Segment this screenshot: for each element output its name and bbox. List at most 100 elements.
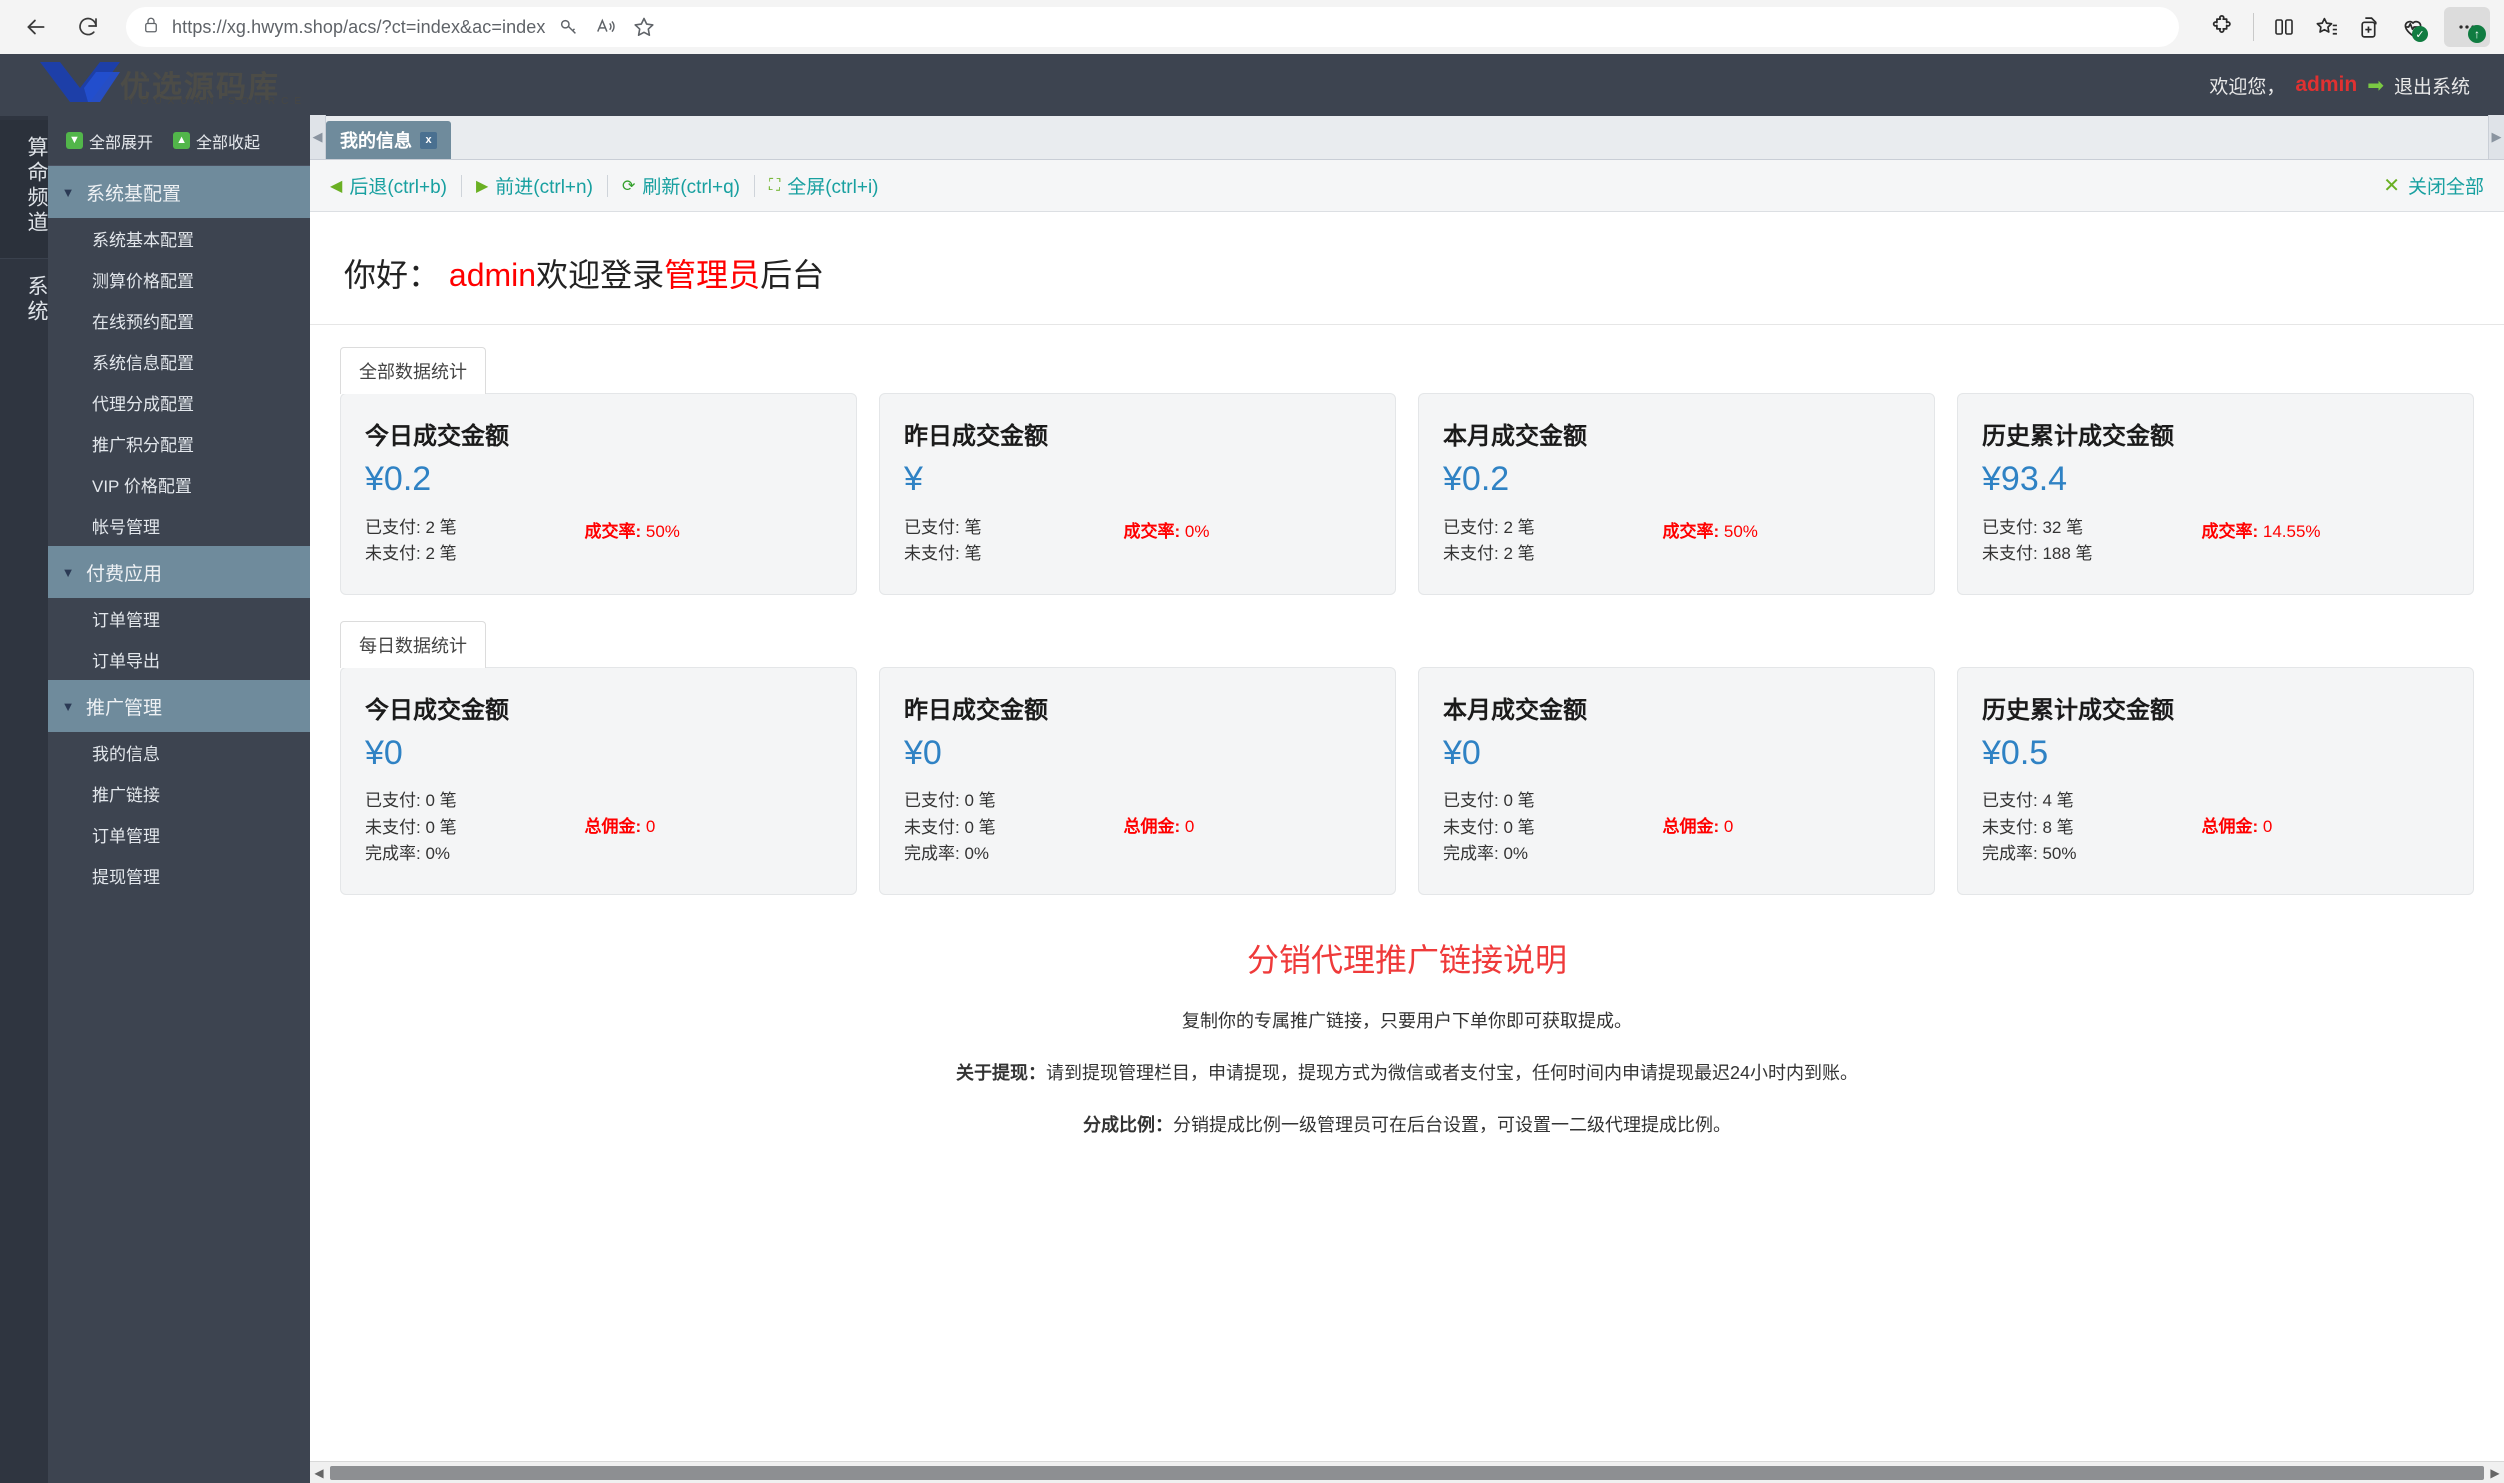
card-unpaid-row: 未支付: 2 笔	[365, 541, 584, 567]
toolbar-back-label: 后退(ctrl+b)	[349, 172, 447, 199]
tab-my-info[interactable]: 我的信息 x	[326, 121, 451, 159]
sidebar-item-promo-link[interactable]: 推广链接	[48, 773, 310, 814]
toolbar-close-all-button[interactable]: ✕ 关闭全部	[2383, 172, 2484, 199]
close-icon[interactable]: x	[420, 132, 437, 149]
section-tab-all-stats[interactable]: 全部数据统计	[340, 347, 486, 394]
amount-value: 0	[923, 734, 942, 772]
unpaid-label: 未支付:	[1443, 544, 1499, 563]
card-unpaid-row: 未支付: 8 笔	[1982, 815, 2201, 841]
sidebar-item-withdraw-mgmt[interactable]: 提现管理	[48, 855, 310, 896]
card-title: 本月成交金额	[1443, 416, 1910, 451]
rate-label: 成交率:	[2201, 522, 2258, 541]
sidebar-item-system-info[interactable]: 系统信息配置	[48, 341, 310, 382]
sidebar-item-order-mgmt[interactable]: 订单管理	[48, 598, 310, 639]
sidebar-item-price-config[interactable]: 测算价格配置	[48, 259, 310, 300]
refresh-icon: ⟳	[622, 176, 635, 196]
brand-logo[interactable]: 优选源码库 YOUXUAN SOURCE	[0, 54, 310, 116]
page-toolbar: ◀ 后退(ctrl+b) ▶ 前进(ctrl+n) ⟳ 刷新(ctrl+q) ⛶…	[310, 160, 2504, 212]
tabstrip-scroll-right-icon[interactable]: ▶	[2488, 115, 2504, 159]
section-tab-daily-stats[interactable]: 每日数据统计	[340, 621, 486, 668]
logout-button[interactable]: 退出系统	[2394, 72, 2470, 99]
paid-label: 已支付:	[904, 791, 960, 810]
unpaid-value: 笔	[964, 544, 981, 563]
card-details: 已支付: 32 笔 未支付: 188 笔 成交率: 14.55%	[1982, 515, 2449, 568]
star-outline-icon[interactable]	[632, 15, 656, 39]
greeting-name: admin	[449, 257, 536, 293]
sidebar-item-online-booking[interactable]: 在线预约配置	[48, 300, 310, 341]
card-commission: 总佣金: 0	[1662, 788, 1733, 867]
collapse-all-button[interactable]: ▲ 全部收起	[173, 129, 260, 153]
unpaid-label: 未支付:	[365, 818, 421, 837]
paid-label: 已支付:	[1443, 518, 1499, 537]
rail-tab-system[interactable]: 系统	[0, 258, 48, 347]
extensions-puzzle-icon[interactable]	[2209, 14, 2235, 40]
toolbar-refresh-button[interactable]: ⟳ 刷新(ctrl+q)	[622, 172, 740, 199]
amount-value: 0.2	[384, 460, 431, 498]
scroll-left-icon[interactable]: ◀	[310, 1466, 328, 1480]
paid-value: 2 笔	[425, 518, 456, 537]
rail-tab-fortune[interactable]: 算命频道	[0, 120, 48, 258]
card-title: 今日成交金额	[365, 690, 832, 725]
paid-value: 32 笔	[2042, 518, 2083, 537]
sidebar-item-vip-price[interactable]: VIP 价格配置	[48, 464, 310, 505]
daily-card-month: 本月成交金额 ¥0 已支付: 0 笔 未支付: 0 笔 完成率: 0% 总佣金:…	[1418, 667, 1935, 895]
sidebar-group-promotion[interactable]: ▼ 推广管理	[48, 680, 310, 732]
expand-all-label: 全部展开	[89, 129, 153, 153]
read-aloud-icon[interactable]	[594, 16, 618, 38]
sidebar-group-label: 推广管理	[86, 693, 162, 720]
sidebar-item-account-mgmt[interactable]: 帐号管理	[48, 505, 310, 546]
stat-cards-row: 今日成交金额 ¥0 已支付: 0 笔 未支付: 0 笔 完成率: 0% 总佣金:…	[340, 667, 2474, 895]
sidebar-item-promo-points[interactable]: 推广积分配置	[48, 423, 310, 464]
sidebar-item-agent-share[interactable]: 代理分成配置	[48, 382, 310, 423]
daily-card-total: 历史累计成交金额 ¥0.5 已支付: 4 笔 未支付: 8 笔 完成率: 50%…	[1957, 667, 2474, 895]
currency-symbol: ¥	[1443, 734, 1462, 772]
sidebar-group-paid-apps[interactable]: ▼ 付费应用	[48, 546, 310, 598]
sidebar-group-system-config[interactable]: ▼ 系统基配置	[48, 166, 310, 218]
address-bar[interactable]: https://xg.hwym.shop/acs/?ct=index&ac=in…	[126, 7, 2179, 47]
card-paid-row: 已支付: 0 笔	[365, 788, 584, 814]
tabstrip-scroll-left-icon[interactable]: ◀	[310, 115, 326, 159]
lock-icon	[142, 15, 160, 40]
welcome-text: 欢迎您，	[2209, 72, 2285, 99]
card-unpaid-row: 未支付: 0 笔	[904, 815, 1123, 841]
card-rate: 成交率: 50%	[584, 515, 679, 568]
sidebar-group-label: 付费应用	[86, 559, 162, 586]
sidebar-item-my-info[interactable]: 我的信息	[48, 732, 310, 773]
browser-actions: ✓ ↑	[2195, 7, 2490, 47]
expand-all-button[interactable]: ▼ 全部展开	[66, 129, 153, 153]
key-icon[interactable]	[558, 16, 580, 38]
card-rate: 成交率: 0%	[1123, 515, 1209, 568]
card-done-row: 完成率: 0%	[1443, 841, 1662, 867]
toolbar-fullscreen-button[interactable]: ⛶ 全屏(ctrl+i)	[769, 172, 879, 199]
update-badge: ↑	[2468, 25, 2486, 43]
done-label: 完成率:	[365, 844, 421, 863]
performance-heart-icon[interactable]: ✓	[2400, 14, 2426, 40]
stat-card-total: 历史累计成交金额 ¥93.4 已支付: 32 笔 未支付: 188 笔 成交率:…	[1957, 393, 2474, 595]
more-options-icon[interactable]: ↑	[2444, 7, 2490, 47]
add-page-icon[interactable]	[2357, 15, 2382, 40]
card-amount: ¥93.4	[1982, 457, 2449, 503]
sidebar-item-order-export[interactable]: 订单导出	[48, 639, 310, 680]
card-title: 今日成交金额	[365, 416, 832, 451]
horizontal-scrollbar[interactable]: ◀ ▶	[310, 1461, 2504, 1483]
scroll-right-icon[interactable]: ▶	[2486, 1466, 2504, 1480]
unpaid-value: 8 笔	[2042, 818, 2073, 837]
card-amount: ¥0.5	[1982, 731, 2449, 777]
toolbar-back-button[interactable]: ◀ 后退(ctrl+b)	[330, 172, 447, 199]
back-arrow-icon[interactable]	[14, 5, 58, 49]
currency-symbol: ¥	[1982, 734, 2001, 772]
card-paid-row: 已支付: 2 笔	[1443, 515, 1662, 541]
sidebar-item-system-basic[interactable]: 系统基本配置	[48, 218, 310, 259]
reload-icon[interactable]	[66, 5, 110, 49]
toolbar-forward-button[interactable]: ▶ 前进(ctrl+n)	[476, 172, 593, 199]
currency-symbol: ¥	[365, 734, 384, 772]
currency-symbol: ¥	[904, 734, 923, 772]
split-screen-icon[interactable]	[2272, 15, 2296, 39]
promo-line-1: 复制你的专属推广链接，只要用户下单你即可获取提成。	[340, 1007, 2474, 1033]
scrollbar-thumb[interactable]	[330, 1466, 2484, 1480]
daily-card-yesterday: 昨日成交金额 ¥0 已支付: 0 笔 未支付: 0 笔 完成率: 0% 总佣金:…	[879, 667, 1396, 895]
promo-line-3: 分成比例：分销提成比例一级管理员可在后台设置，可设置一二级代理提成比例。	[340, 1111, 2474, 1137]
collections-star-icon[interactable]	[2314, 15, 2339, 40]
sidebar-item-promo-orders[interactable]: 订单管理	[48, 814, 310, 855]
section-all-stats: 全部数据统计 今日成交金额 ¥0.2 已支付: 2 笔 未支付: 2 笔 成交率…	[310, 325, 2504, 595]
